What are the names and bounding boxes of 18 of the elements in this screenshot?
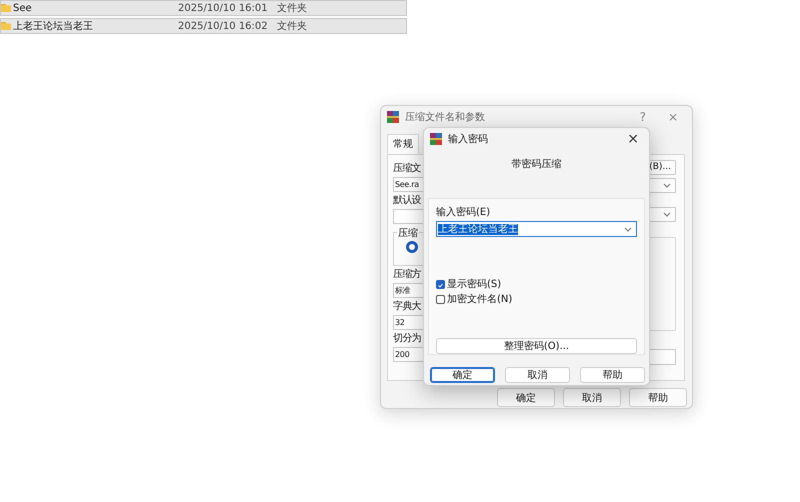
file-type: 文件夹 — [277, 20, 307, 33]
dialog-heading: 带密码压缩 — [510, 158, 562, 171]
field-label: 切分为 — [393, 332, 421, 345]
field-label: 压缩文 — [393, 162, 421, 175]
file-date: 2025/10/10 16:01 — [178, 2, 269, 14]
file-date: 2025/10/10 16:02 — [178, 20, 269, 32]
field-label: 默认设 — [393, 194, 421, 207]
checkbox-label: 显示密码(S) — [447, 278, 502, 291]
field-label: 压缩方 — [393, 268, 421, 281]
file-name: See — [13, 2, 33, 14]
window-title: 压缩文件名和参数 — [405, 110, 486, 124]
window-title: 输入密码 — [448, 132, 489, 146]
file-name: 上老王论坛当老王 — [13, 20, 94, 33]
field-label: 字典大 — [393, 300, 421, 313]
password-label: 输入密码(E) — [436, 206, 492, 219]
file-type: 文件夹 — [277, 2, 307, 15]
checkbox-label: 加密文件名(N) — [447, 292, 512, 306]
group-label: 压缩 — [397, 226, 419, 240]
